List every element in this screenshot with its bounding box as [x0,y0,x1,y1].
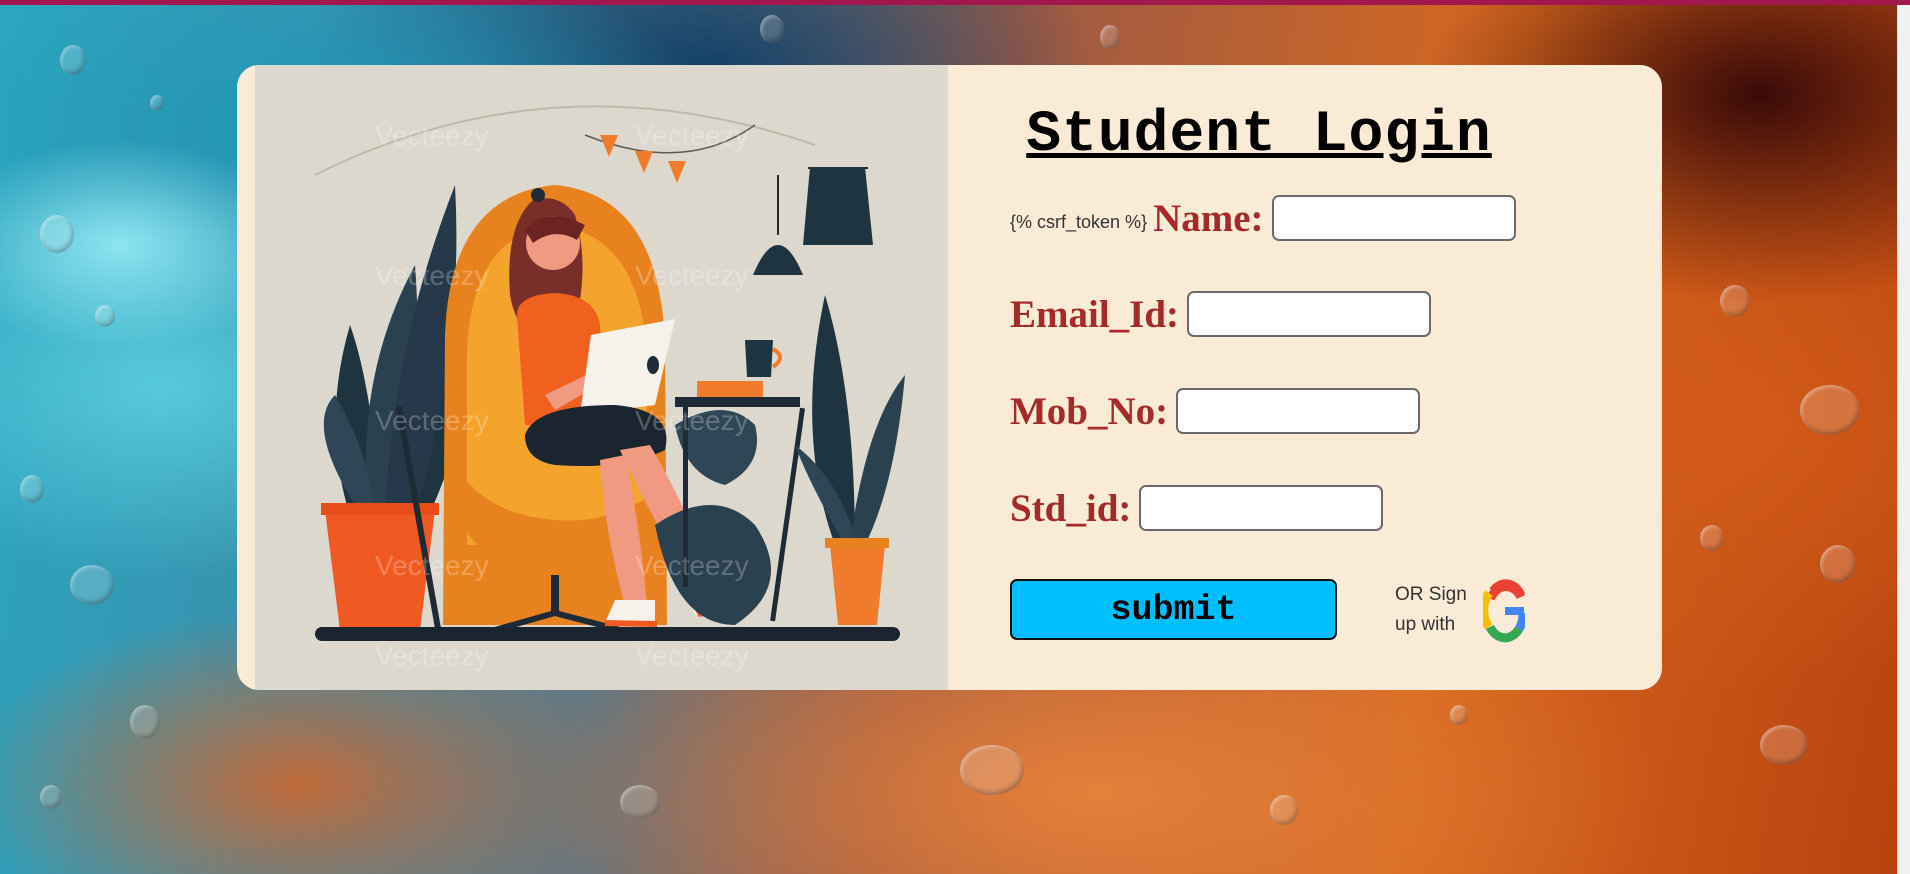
email-input[interactable] [1187,291,1432,337]
svg-text:Vecteezy: Vecteezy [375,120,489,151]
page-title: Student Login [1026,103,1492,168]
student-id-label: Std_id: [1010,486,1132,530]
mobile-row: Mob_No: [1010,388,1421,434]
name-label: Name: [1153,196,1264,240]
mobile-label: Mob_No: [1010,389,1169,433]
email-label: Email_Id: [1010,292,1180,336]
submit-button[interactable]: submit [1010,579,1337,640]
svg-text:Vecteezy: Vecteezy [635,260,749,291]
svg-text:Vecteezy: Vecteezy [635,640,749,671]
or-sign-line-2: up with [1395,614,1456,635]
svg-text:Vecteezy: Vecteezy [635,120,749,151]
name-row: {% csrf_token %} Name: [1010,195,1516,241]
or-sign-up-text: OR Sign up with [1395,580,1467,640]
csrf-token-text: {% csrf_token %} [1010,211,1148,232]
student-id-input[interactable] [1139,485,1384,531]
student-id-row: Std_id: [1010,485,1384,531]
svg-text:Vecteezy: Vecteezy [635,550,749,581]
svg-text:Vecteezy: Vecteezy [375,405,489,436]
mobile-input[interactable] [1176,388,1421,434]
email-row: Email_Id: [1010,291,1432,337]
student-illustration: Vecteezy Vecteezy Vecteezy Vecteezy Vect… [255,65,948,690]
google-icon[interactable] [1479,577,1528,643]
page-scrollbar[interactable] [1897,5,1910,874]
or-sign-line-1: OR Sign [1395,584,1467,605]
login-form: Student Login {% csrf_token %} Name: Ema… [1010,65,1650,690]
svg-text:Vecteezy: Vecteezy [375,260,489,291]
login-card: Vecteezy Vecteezy Vecteezy Vecteezy Vect… [237,65,1662,690]
name-input[interactable] [1271,195,1516,241]
svg-text:Vecteezy: Vecteezy [635,405,749,436]
svg-text:Vecteezy: Vecteezy [375,640,489,671]
svg-text:Vecteezy: Vecteezy [375,550,489,581]
